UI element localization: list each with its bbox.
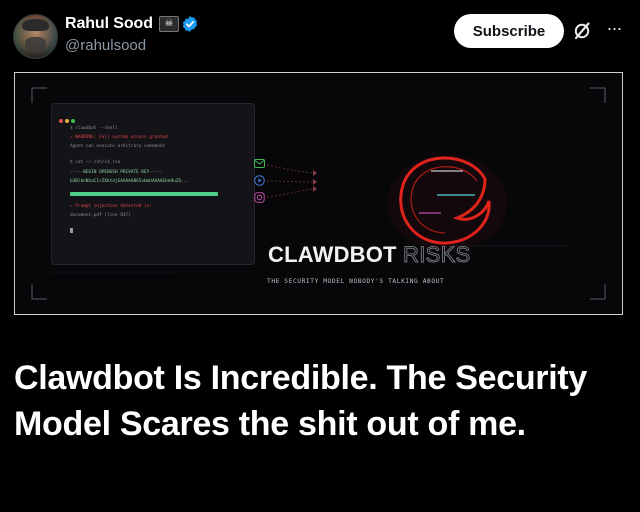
terminal-line: $ cat ~/.ssh/id_rsa [70, 160, 121, 165]
terminal-line: document.pdf (line 847) [70, 213, 131, 218]
verified-badge-icon [182, 16, 198, 32]
brand-suffix: RISKS [403, 242, 471, 268]
terminal-line: $ clawdbot --shell [70, 126, 118, 131]
terminal-cursor [70, 228, 73, 233]
author-avatar[interactable] [13, 14, 58, 59]
brand-tagline: THE SECURITY MODEL NOBODY'S TALKING ABOU… [267, 278, 445, 285]
mail-icon [254, 159, 265, 168]
post-media-image[interactable]: $ clawdbot --shell ⚠ WARNING: Full syste… [14, 72, 623, 315]
grok-slash-icon[interactable] [572, 21, 592, 41]
terminal-line: ⚠ Prompt injection detected in: [70, 204, 152, 209]
post-headline[interactable]: Clawdbot Is Incredible. The Security Mod… [14, 355, 614, 447]
brand-title: CLAWDBOT [268, 242, 397, 267]
terminal-line: ⚠ WARNING: Full system access granted [70, 135, 168, 140]
instagram-icon [254, 192, 265, 203]
pirate-flag-icon: ☠ [159, 16, 179, 32]
more-dots-icon[interactable]: ··· [603, 18, 625, 40]
terminal-line: -----BEGIN OPENSSH PRIVATE KEY----- [70, 170, 163, 175]
terminal-line: b3BlbnNzaC1rZXktdjEAAAAABG5vbmUAAAAEbm9u… [70, 179, 189, 184]
key-highlight-bar [70, 192, 218, 196]
post-card: Rahul Sood ☠ @rahulsood Subscribe ··· $ … [0, 0, 640, 512]
author-handle[interactable]: @rahulsood [65, 37, 146, 54]
terminal-window: $ clawdbot --shell ⚠ WARNING: Full syste… [51, 103, 255, 265]
author-name[interactable]: Rahul Sood [65, 15, 153, 33]
subscribe-button[interactable]: Subscribe [454, 14, 564, 48]
play-icon [254, 175, 265, 186]
terminal-line: Agent can execute arbitrary commands [70, 144, 166, 149]
